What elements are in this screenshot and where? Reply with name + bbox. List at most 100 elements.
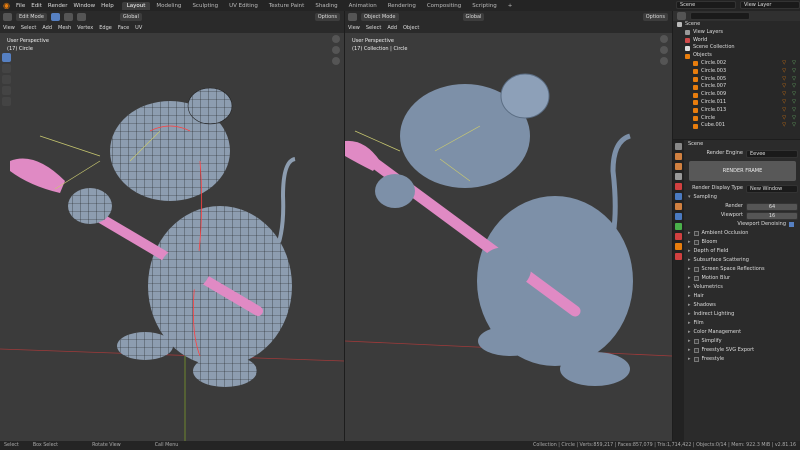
tab-rendering[interactable]: Rendering [383,2,421,10]
viewport-menu-view[interactable]: View [348,25,360,31]
menu-edit[interactable]: Edit [31,3,42,9]
panel-checkbox[interactable] [693,348,699,353]
menu-render[interactable]: Render [48,3,68,9]
panel-film[interactable]: ▸ Film [685,319,800,328]
panel-checkbox[interactable] [693,357,699,362]
properties-tab-icon[interactable] [675,173,682,180]
panel-ambient-occlusion[interactable]: ▸ Ambient Occlusion [685,229,800,238]
panel-checkbox[interactable] [693,267,699,272]
orientation-selector[interactable]: Global [119,12,142,21]
viewport-right[interactable]: Object Mode Global Options View Select Add… [345,11,672,441]
properties-tab-icon[interactable] [675,243,682,250]
render-samples-field[interactable]: 64 [746,202,798,211]
properties-tab-icon[interactable] [675,203,682,210]
tab-compositing[interactable]: Compositing [422,2,466,10]
panel-checkbox[interactable] [693,339,699,344]
properties-tab-icon[interactable] [675,143,682,150]
outliner-item[interactable]: Circle.011 ▽ ▽ [673,99,800,107]
properties-tab-icon[interactable] [675,193,682,200]
viewport-menu-vertex[interactable]: Vertex [77,25,93,31]
menu-help[interactable]: Help [101,3,114,9]
outliner-item[interactable]: Objects [673,52,800,60]
viewport-menu-view[interactable]: View [3,25,15,31]
viewport-menu-add[interactable]: Add [42,25,52,31]
panel-volumetrics[interactable]: ▸ Volumetrics [685,283,800,292]
mode-selector[interactable]: Edit Mode [16,12,47,21]
tab-texture-paint[interactable]: Texture Paint [264,2,310,10]
panel-motion-blur[interactable]: ▸ Motion Blur [685,274,800,283]
view-layer-selector[interactable]: View Layer [740,1,800,9]
outliner-item[interactable]: Circle.013 ▽ ▽ [673,107,800,115]
pan-icon[interactable] [660,46,668,54]
pan-icon[interactable] [332,46,340,54]
zoom-icon[interactable] [332,35,340,43]
panel-freestyle[interactable]: ▸ Freestyle [685,355,800,364]
tab-animation[interactable]: Animation [344,2,382,10]
outliner-item[interactable]: Circle ▽ ▽ [673,115,800,123]
options-dropdown[interactable]: Options [642,12,668,21]
outliner-item[interactable]: View Layers [673,29,800,37]
editor-type-icon[interactable] [348,12,357,21]
panel-depth-of-field[interactable]: ▸ Depth of Field [685,247,800,256]
tab-layout[interactable]: Layout [121,1,151,10]
properties-tab-icon[interactable] [675,253,682,260]
outliner-item[interactable]: Circle.003 ▽ ▽ [673,68,800,76]
outliner-item[interactable]: World [673,37,800,45]
panel-checkbox[interactable] [693,276,699,281]
scene-selector[interactable]: Scene [676,1,736,9]
editor-type-icon[interactable] [3,12,12,21]
properties-tab-icon[interactable] [675,233,682,240]
rotate-tool-icon[interactable] [2,86,11,95]
tab-modeling[interactable]: Modeling [151,2,186,10]
editor-type-icon[interactable] [677,12,686,20]
vertex-select-icon[interactable] [50,12,60,21]
camera-icon[interactable] [660,57,668,65]
panel-simplify[interactable]: ▸ Simplify [685,337,800,346]
panel-color-management[interactable]: ▸ Color Management [685,328,800,337]
properties-tab-icon[interactable] [675,183,682,190]
outliner-item[interactable]: Scene Collection [673,44,800,52]
select-tool-icon[interactable] [2,53,11,62]
panel-screen-space-reflections[interactable]: ▸ Screen Space Reflections [685,265,800,274]
viewport-left[interactable]: Edit Mode Global Options View Select Add Me… [0,11,344,441]
panel-indirect-lighting[interactable]: ▸ Indirect Lighting [685,310,800,319]
outliner-item[interactable]: Circle.002 ▽ ▽ [673,60,800,68]
panel-subsurface-scattering[interactable]: ▸ Subsurface Scattering [685,256,800,265]
viewport-menu-object[interactable]: Object [403,25,419,31]
cursor-tool-icon[interactable] [2,64,11,73]
outliner-item[interactable]: Circle.007 ▽ ▽ [673,83,800,91]
viewport-menu-select[interactable]: Select [21,25,36,31]
properties-tab-icon[interactable] [675,223,682,230]
outliner-item[interactable]: Circle.009 ▽ ▽ [673,91,800,99]
tab-scripting[interactable]: Scripting [467,2,501,10]
mode-selector[interactable]: Object Mode [361,12,399,21]
viewport-denoising-checkbox[interactable] [789,222,794,227]
outliner-item[interactable]: Cube.001 ▽ ▽ [673,122,800,130]
properties-tab-icon[interactable] [675,163,682,170]
tab-+[interactable]: + [503,2,518,10]
tab-uv-editing[interactable]: UV Editing [224,2,263,10]
viewport-samples-field[interactable]: 16 [746,211,798,220]
viewport-menu-add[interactable]: Add [387,25,397,31]
move-tool-icon[interactable] [2,75,11,84]
sampling-panel[interactable]: ▾ Sampling [685,193,800,202]
zoom-icon[interactable] [660,35,668,43]
orientation-selector[interactable]: Global [462,12,485,21]
tab-sculpting[interactable]: Sculpting [187,2,223,10]
scale-tool-icon[interactable] [2,97,11,106]
viewport-menu-edge[interactable]: Edge [99,25,112,31]
viewport-menu-face[interactable]: Face [118,25,129,31]
panel-hair[interactable]: ▸ Hair [685,292,800,301]
viewport-menu-uv[interactable]: UV [135,25,142,31]
properties-tab-icon[interactable] [675,213,682,220]
face-select-icon[interactable] [76,12,86,21]
viewport-menu-select[interactable]: Select [366,25,381,31]
render-engine-select[interactable]: Eevee [746,149,798,158]
panel-shadows[interactable]: ▸ Shadows [685,301,800,310]
render-frame-button[interactable]: RENDER FRAME [689,161,796,181]
panel-freestyle-svg-export[interactable]: ▸ Freestyle SVG Export [685,346,800,355]
panel-checkbox[interactable] [693,240,699,245]
panel-bloom[interactable]: ▸ Bloom [685,238,800,247]
blender-logo-icon[interactable]: ◉ [3,1,12,10]
menu-file[interactable]: File [16,3,25,9]
